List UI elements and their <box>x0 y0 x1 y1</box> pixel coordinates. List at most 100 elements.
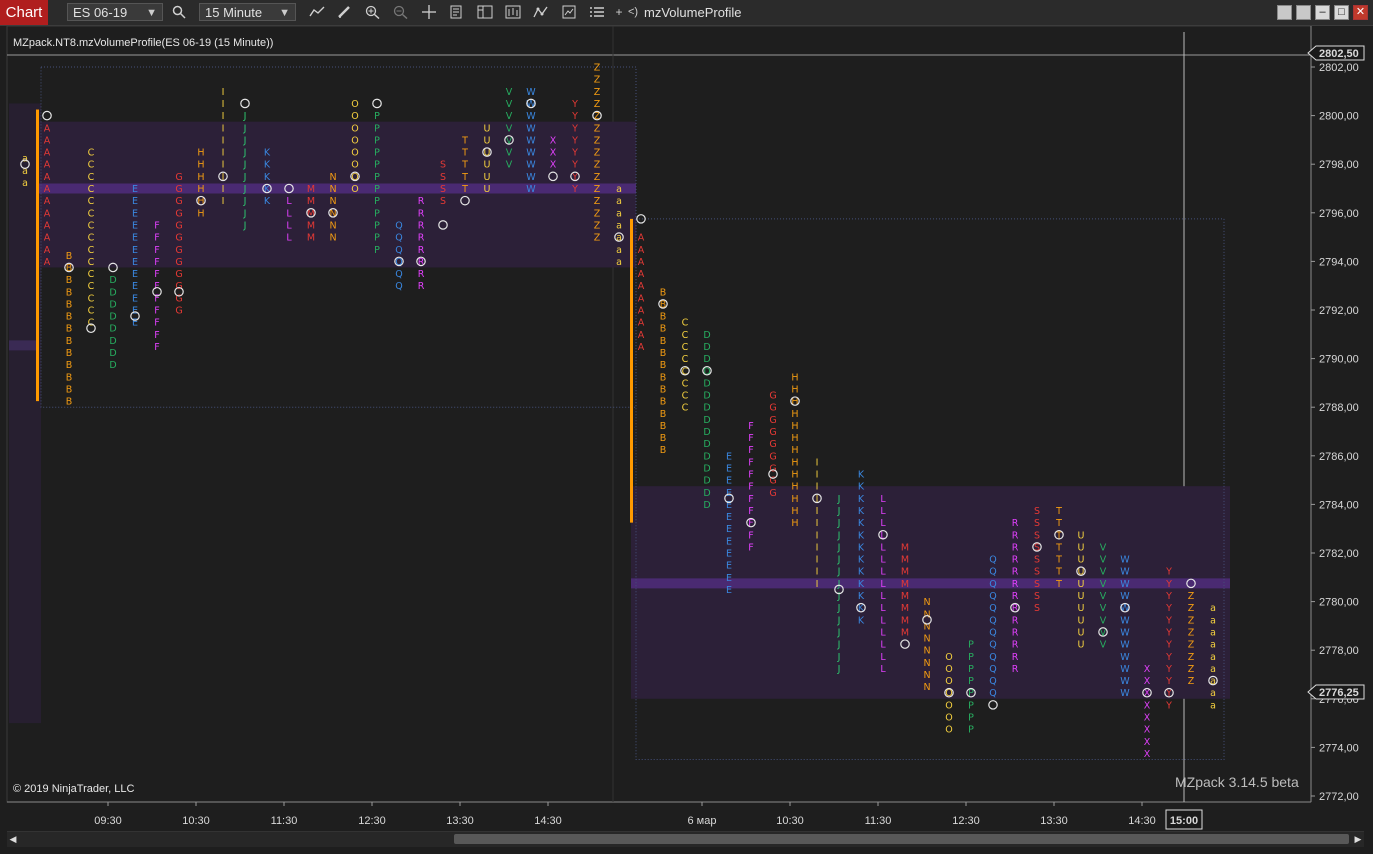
tpo-letter: A <box>44 160 51 171</box>
back-icon[interactable]: <) <box>623 3 643 22</box>
tpo-letter: Z <box>594 220 601 231</box>
tpo-letter: Z <box>594 87 601 98</box>
tpo-letter: F <box>748 530 753 541</box>
tpo-letter: a <box>616 220 622 231</box>
tpo-letter: I <box>816 470 819 481</box>
tpo-letter: N <box>329 220 336 231</box>
tpo-letter: A <box>44 196 51 207</box>
zoom-out-icon[interactable] <box>391 3 411 22</box>
tpo-letter: Z <box>594 123 601 134</box>
minimize-button[interactable]: – <box>1315 5 1330 20</box>
tpo-letter: a <box>1210 615 1216 626</box>
minimize-icon: – <box>1319 6 1326 18</box>
tpo-letter: O <box>351 123 358 134</box>
tpo-letter: I <box>222 184 225 195</box>
tpo-letter: J <box>837 664 841 675</box>
price-tick-label: 2772,00 <box>1319 791 1359 803</box>
tpo-letter: P <box>374 160 380 171</box>
chart-panel[interactable]: aaaAAAAAAAAAAAABBBBBBBBBBBBBCCCCCCCCCCCC… <box>0 26 1373 831</box>
tile-right-button[interactable] <box>1296 5 1311 20</box>
tpo-letter: S <box>440 196 446 207</box>
tpo-letter: C <box>682 403 689 414</box>
tpo-letter: W <box>1120 615 1130 626</box>
search-icon[interactable] <box>169 3 189 22</box>
horizontal-scrollbar[interactable]: ◀ ▶ <box>7 831 1364 847</box>
watermark-text: MZpack 3.14.5 beta <box>1175 774 1299 790</box>
tpo-letter: E <box>132 233 138 244</box>
tpo-letter: H <box>197 208 204 219</box>
crosshair-icon[interactable] <box>419 3 439 22</box>
current-price-tag: 2776,25 <box>1319 687 1359 699</box>
tpo-letter: B <box>66 360 73 371</box>
tpo-letter: W <box>526 87 536 98</box>
tpo-letter: T <box>461 160 468 171</box>
tpo-letter: J <box>243 123 247 134</box>
list-icon[interactable] <box>587 3 607 22</box>
tpo-letter: B <box>66 348 73 359</box>
time-tick-label: 14:30 <box>1128 815 1156 827</box>
tpo-letter: L <box>286 233 292 244</box>
tpo-letter: E <box>132 208 138 219</box>
tpo-letter: E <box>726 561 732 572</box>
tpo-letter: T <box>1055 518 1062 529</box>
tpo-letter: W <box>526 160 536 171</box>
tpo-letter: J <box>837 652 841 663</box>
tpo-letter: Y <box>1165 591 1172 602</box>
tpo-letter: C <box>88 196 95 207</box>
chart-tab-label[interactable]: Chart <box>0 0 48 25</box>
tpo-letter: N <box>923 634 930 645</box>
tpo-letter: Q <box>989 640 996 651</box>
tpo-letter: S <box>1034 530 1040 541</box>
tpo-letter: Y <box>571 148 578 159</box>
line-chart-icon[interactable] <box>307 3 327 22</box>
scroll-left-arrow-icon[interactable]: ◀ <box>7 833 19 845</box>
tpo-letter: a <box>616 196 622 207</box>
tpo-letter: A <box>44 148 51 159</box>
tpo-letter: K <box>264 172 271 183</box>
tpo-letter: F <box>154 245 159 256</box>
interval-selector[interactable]: 15 Minute ▼ <box>199 3 296 21</box>
instrument-selector[interactable]: ES 06-19 ▼ <box>67 3 163 21</box>
tpo-letter: D <box>109 299 116 310</box>
tpo-letter: M <box>307 220 315 231</box>
bar-chart-icon[interactable] <box>503 3 523 22</box>
tpo-letter: I <box>222 172 225 183</box>
tpo-letter: R <box>1012 555 1019 566</box>
tpo-letter: C <box>682 318 689 329</box>
time-axis[interactable]: 09:30 10:30 11:30 12:30 13:30 14:30 6 мар 10:30… <box>94 802 1203 830</box>
tpo-letter: W <box>1120 640 1130 651</box>
tpo-letter: A <box>44 172 51 183</box>
tpo-letter: X <box>550 160 557 171</box>
tpo-letter: J <box>243 160 247 171</box>
tpo-letter: J <box>837 542 841 553</box>
close-button[interactable]: ✕ <box>1353 5 1368 20</box>
tpo-letter: O <box>945 664 952 675</box>
tpo-letter: L <box>880 664 886 675</box>
strategy-icon[interactable] <box>531 3 551 22</box>
time-tick-label: 14:30 <box>534 815 562 827</box>
properties-icon[interactable] <box>447 3 467 22</box>
price-axis[interactable]: 2802,00 2800,00 2798,00 2796,00 2794,00 2792,… <box>1307 45 1365 803</box>
time-tick-label: 12:30 <box>358 815 386 827</box>
tpo-letter: U <box>1078 640 1085 651</box>
data-box-icon[interactable] <box>475 3 495 22</box>
tpo-letter: H <box>791 470 798 481</box>
tpo-letter: E <box>132 281 138 292</box>
tpo-letter: M <box>901 603 909 614</box>
pencil-icon[interactable] <box>335 3 355 22</box>
time-tick-label: 09:30 <box>94 815 122 827</box>
tpo-letter: C <box>682 330 689 341</box>
tpo-letter: P <box>374 220 380 231</box>
scrollbar-thumb[interactable] <box>454 834 1349 844</box>
tpo-letter: a <box>1210 700 1216 711</box>
tile-left-button[interactable] <box>1277 5 1292 20</box>
maximize-button[interactable]: □ <box>1334 5 1349 20</box>
tpo-letter: Y <box>1165 640 1172 651</box>
share-icon[interactable] <box>559 3 579 22</box>
tpo-letter: F <box>748 542 753 553</box>
zoom-in-icon[interactable] <box>363 3 383 22</box>
tpo-letter: a <box>616 233 622 244</box>
tpo-letter: K <box>858 470 865 481</box>
tpo-letter: H <box>791 494 798 505</box>
scroll-right-arrow-icon[interactable]: ▶ <box>1352 833 1364 845</box>
